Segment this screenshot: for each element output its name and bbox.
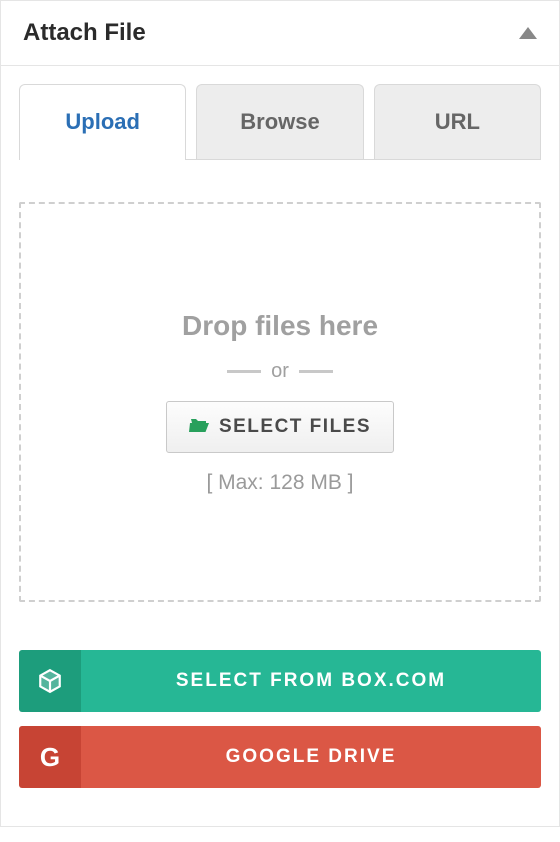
drop-files-text: Drop files here [182,310,378,342]
divider-line [227,370,261,373]
google-drive-provider-button[interactable]: G GOOGLE DRIVE [19,726,541,788]
tabs: Upload Browse URL [19,84,541,160]
select-files-button[interactable]: SELECT FILES [166,401,394,453]
folder-open-icon [189,417,209,437]
attach-file-panel: Attach File Upload Browse URL Drop files… [0,0,560,827]
box-provider-button[interactable]: SELECT FROM BOX.COM [19,650,541,712]
file-dropzone[interactable]: Drop files here or SELECT FILES [ Max: 1… [19,202,541,602]
tab-url[interactable]: URL [374,84,541,159]
collapse-icon[interactable] [519,27,537,39]
divider-line [299,370,333,373]
google-icon: G [19,726,81,788]
box-provider-label: SELECT FROM BOX.COM [81,650,541,712]
tab-upload[interactable]: Upload [19,84,186,160]
panel-title: Attach File [23,19,146,47]
or-divider: or [227,360,333,383]
box-icon [19,650,81,712]
max-size-text: [ Max: 128 MB ] [206,471,353,495]
google-g-letter: G [40,742,60,773]
panel-body: Upload Browse URL Drop files here or SEL… [1,66,559,826]
select-files-label: SELECT FILES [219,416,371,438]
panel-header[interactable]: Attach File [1,1,559,66]
google-drive-provider-label: GOOGLE DRIVE [81,726,541,788]
tab-browse[interactable]: Browse [196,84,363,159]
or-text: or [271,360,289,383]
